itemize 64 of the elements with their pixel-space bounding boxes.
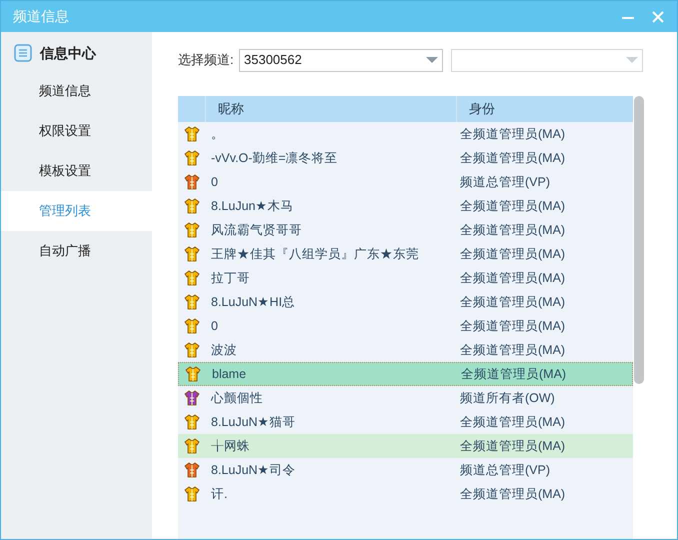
sidebar-item[interactable]: 频道信息 bbox=[1, 71, 152, 111]
window-title: 频道信息 bbox=[13, 7, 70, 26]
sidebar-item[interactable]: 模板设置 bbox=[1, 151, 152, 191]
table-row[interactable]: 0 全频道管理员(MA) bbox=[178, 314, 633, 338]
nickname-cell-text: 波波 bbox=[210, 342, 238, 359]
list-icon bbox=[14, 44, 32, 62]
table-row[interactable]: ╁网蛛 全频道管理员(MA) bbox=[178, 434, 633, 458]
nickname-cell-text: 8.LuJun★木马 bbox=[210, 198, 294, 215]
scrollbar-thumb[interactable] bbox=[634, 96, 644, 384]
column-header: 身份 bbox=[468, 100, 495, 118]
table-row[interactable]: 波波 全频道管理员(MA) bbox=[178, 338, 633, 362]
role-cell-text: 全频道管理员(MA) bbox=[460, 294, 566, 311]
dropdown-arrow-icon bbox=[426, 57, 438, 63]
table-row[interactable]: 王牌★佳其『八组学员』广东★东莞 全频道管理员(MA) bbox=[178, 242, 633, 266]
role-cell-text: 全频道管理员(MA) bbox=[460, 222, 566, 239]
role-cell-text: 全频道管理员(MA) bbox=[461, 366, 566, 383]
role-cell-text: 频道总管理(VP) bbox=[460, 174, 550, 191]
nickname-cell-text: -vVv.O-勤维=凛冬将至 bbox=[210, 150, 339, 167]
table-row[interactable]: 8.LuJun★木马 全频道管理员(MA) bbox=[178, 194, 633, 218]
nickname-cell-text: 讦. bbox=[210, 486, 228, 503]
nickname-cell-text: ╁网蛛 bbox=[210, 438, 251, 455]
role-cell-text: 全频道管理员(MA) bbox=[460, 318, 566, 335]
table-row[interactable]: 心颤個性 频道所有者(OW) bbox=[178, 386, 633, 410]
table-row[interactable]: 。 全频道管理员(MA) bbox=[178, 122, 633, 146]
role-cell-text: 频道所有者(OW) bbox=[460, 390, 555, 407]
table-row[interactable]: 8.LuJuN★HI总 全频道管理员(MA) bbox=[178, 290, 633, 314]
nickname-cell-text: 0 bbox=[210, 174, 219, 191]
nickname-cell-text: 心颤個性 bbox=[210, 390, 264, 407]
nickname-cell-text: 8.LuJuN★司令 bbox=[210, 462, 297, 479]
role-cell-text: 全频道管理员(MA) bbox=[460, 126, 566, 143]
nickname-cell-text: 王牌★佳其『八组学员』广东★东莞 bbox=[210, 246, 420, 263]
role-cell-text: 全频道管理员(MA) bbox=[460, 270, 566, 287]
role-cell-text: 全频道管理员(MA) bbox=[460, 246, 566, 263]
role-cell-text: 全频道管理员(MA) bbox=[460, 150, 566, 167]
role-cell-text: 全频道管理员(MA) bbox=[460, 486, 566, 503]
role-cell-text: 全频道管理员(MA) bbox=[460, 198, 566, 215]
table-row[interactable]: 讦. 全频道管理员(MA) bbox=[178, 482, 633, 506]
role-cell-text: 全频道管理员(MA) bbox=[460, 414, 566, 431]
sidebar-header: 信息中心 bbox=[40, 44, 96, 62]
table-row[interactable]: 拉丁哥 全频道管理员(MA) bbox=[178, 266, 633, 290]
role-cell-text: 全频道管理员(MA) bbox=[460, 438, 566, 455]
table-row[interactable]: blame 全频道管理员(MA) bbox=[178, 362, 633, 386]
channel-dropdown[interactable]: 35300562 bbox=[239, 48, 443, 72]
nickname-cell-text: 0 bbox=[210, 318, 219, 335]
table-row[interactable]: 8.LuJuN★猫哥 全频道管理员(MA) bbox=[178, 410, 633, 434]
table-row[interactable]: 8.LuJuN★司令 频道总管理(VP) bbox=[178, 458, 633, 482]
column-header: 昵称 bbox=[217, 100, 245, 118]
nickname-cell-text: 风流霸气贤哥哥 bbox=[210, 222, 303, 239]
nickname-cell-text: 。 bbox=[210, 126, 225, 143]
nickname-cell-text: blame bbox=[211, 366, 248, 383]
table-row[interactable]: 风流霸气贤哥哥 全频道管理员(MA) bbox=[178, 218, 633, 242]
role-cell-text: 频道总管理(VP) bbox=[460, 462, 550, 479]
table-row[interactable]: 0 频道总管理(VP) bbox=[178, 170, 633, 194]
close-icon[interactable] bbox=[651, 10, 665, 24]
table-row[interactable]: -vVv.O-勤维=凛冬将至 全频道管理员(MA) bbox=[178, 146, 633, 170]
nickname-cell-text: 8.LuJuN★HI总 bbox=[210, 294, 296, 311]
nickname-cell-text: 8.LuJuN★猫哥 bbox=[210, 414, 297, 431]
sidebar-item[interactable]: 自动广播 bbox=[1, 231, 152, 271]
sidebar-item[interactable]: 权限设置 bbox=[1, 111, 152, 151]
select-label: 选择频道: bbox=[178, 51, 235, 70]
role-cell-text: 全频道管理员(MA) bbox=[460, 342, 566, 359]
secondary-dropdown[interactable] bbox=[451, 48, 643, 72]
nickname-cell-text: 拉丁哥 bbox=[210, 270, 251, 287]
dropdown-arrow-icon bbox=[626, 57, 638, 63]
